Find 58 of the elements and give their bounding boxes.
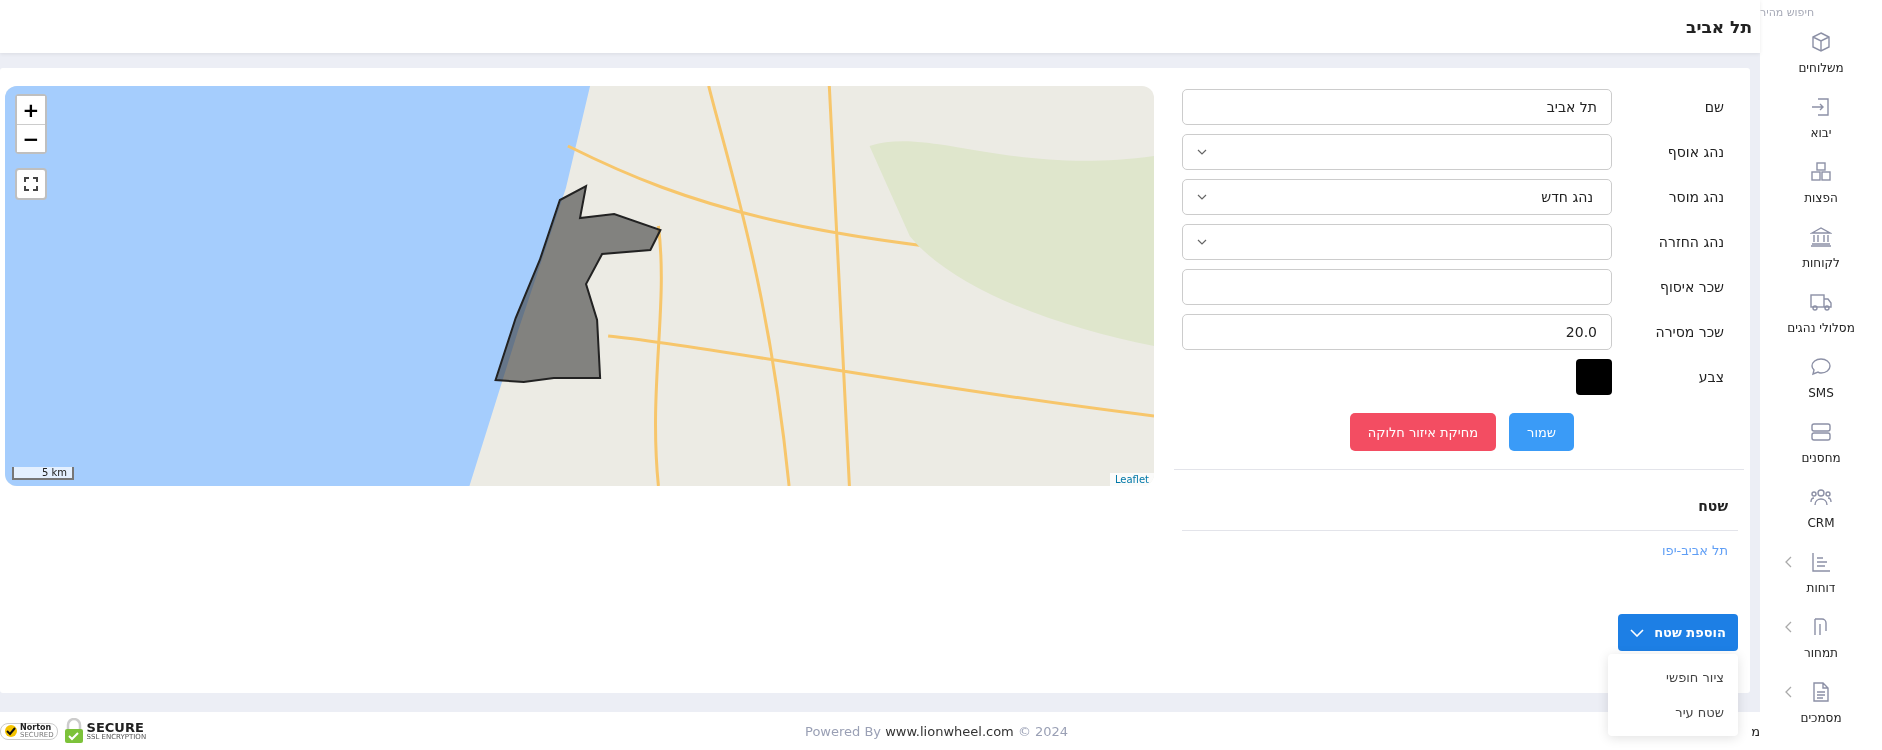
check-icon xyxy=(4,724,18,738)
sidebar-item[interactable]: CRM xyxy=(1765,486,1877,551)
field-label: נהג החזרה xyxy=(1657,233,1724,250)
add-area-button[interactable]: הוספת שטח xyxy=(1618,614,1738,651)
bank-icon xyxy=(1810,226,1832,248)
menu-item[interactable]: ציור חופשי xyxy=(1608,660,1738,695)
sidebar-item[interactable]: לקוחות xyxy=(1765,226,1877,291)
sidebar-item[interactable]: מחסנים xyxy=(1765,421,1877,486)
select-field[interactable] xyxy=(1182,223,1612,260)
chevron-left-icon xyxy=(1785,686,1792,698)
badge-text: Norton xyxy=(20,723,52,732)
server-icon xyxy=(1810,421,1832,443)
chevron-down-icon xyxy=(1197,238,1207,245)
select-field[interactable]: נהג חדש xyxy=(1182,178,1612,215)
document-icon xyxy=(1810,681,1832,703)
field-label: נהג מוסר xyxy=(1667,188,1724,205)
field-label: שכר איסוף xyxy=(1658,278,1724,295)
input-field[interactable]: 20.0 xyxy=(1182,313,1612,350)
field-label: שם xyxy=(1703,98,1724,115)
select-field[interactable] xyxy=(1182,133,1612,170)
box-icon xyxy=(1810,31,1832,53)
sidebar-item[interactable]: הפצות xyxy=(1765,161,1877,226)
sidebar-item[interactable]: דוחות xyxy=(1765,551,1877,616)
sidebar-item[interactable]: מסלולי נהגים xyxy=(1765,291,1877,356)
fullscreen-icon xyxy=(24,177,38,191)
people-icon xyxy=(1810,486,1832,508)
chevron-icon xyxy=(1630,628,1645,637)
boxes-icon xyxy=(1810,161,1832,183)
input-field[interactable] xyxy=(1182,268,1612,305)
field-label: שכר מסירה xyxy=(1654,323,1724,340)
chevron-down-icon xyxy=(1197,193,1207,200)
sidebar-item[interactable]: יבוא xyxy=(1765,96,1877,161)
menu-item[interactable]: שטח עיר xyxy=(1608,695,1738,730)
truck-icon xyxy=(1810,291,1832,313)
map-attribution[interactable]: Leaflet xyxy=(1109,473,1154,486)
section-heading: שטח xyxy=(1182,470,1738,531)
color-swatch[interactable] xyxy=(1576,358,1612,395)
page-title: תל אביב xyxy=(1686,16,1752,37)
sidebar-item[interactable]: תמחור xyxy=(1765,616,1877,681)
sidebar-item[interactable]: משלוחים xyxy=(1765,31,1877,96)
fullscreen-button[interactable] xyxy=(15,168,47,200)
footer-credit: Powered By www.lionwheel.com © 2024 xyxy=(805,723,1069,739)
footer-text: מ xyxy=(1751,723,1760,739)
sidebar-item[interactable]: מסמכים xyxy=(1765,681,1877,746)
chevron-left-icon xyxy=(1785,621,1792,633)
chat-bubble-icon xyxy=(1810,356,1832,378)
enter-icon xyxy=(1810,96,1832,118)
field-label: נהג אוסף xyxy=(1666,143,1724,160)
input-field[interactable]: תל אביב xyxy=(1182,88,1612,125)
map-scale: 5 km xyxy=(12,467,75,480)
chevron-left-icon xyxy=(1785,556,1792,568)
field-label: צבע xyxy=(1697,368,1724,385)
badge-text: SECURE xyxy=(86,721,144,734)
padlock-icon xyxy=(63,718,84,744)
chart-icon xyxy=(1810,551,1832,573)
zoom-out-button[interactable]: − xyxy=(17,124,45,152)
sidebar-item[interactable]: SMS xyxy=(1765,356,1877,421)
chevron-down-icon xyxy=(1197,148,1207,155)
